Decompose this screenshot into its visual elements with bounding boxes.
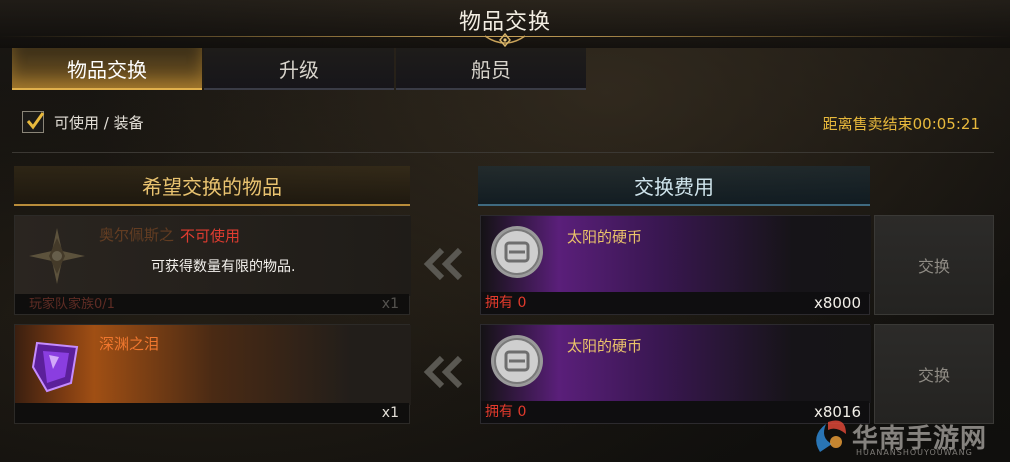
title-bar: 物品交换: [0, 0, 1010, 48]
silver-coin-icon: [491, 335, 543, 387]
silver-coin-icon: [491, 226, 543, 278]
watermark-subtext: HUANANSHOUYOUWANG: [856, 448, 973, 457]
cost-slot[interactable]: 太阳的硬币 拥有 0 x8016: [480, 324, 871, 424]
usable-checkbox[interactable]: [22, 111, 45, 133]
usable-filter[interactable]: 可使用 / 装备: [22, 111, 144, 133]
item-quantity: x1: [381, 296, 399, 312]
sale-end-timer: 距离售卖结束00:05:21: [822, 115, 980, 133]
cost-currency-name: 太阳的硬币: [567, 337, 643, 355]
purple-gem-icon: [31, 341, 79, 393]
usable-filter-label: 可使用 / 装备: [54, 113, 144, 132]
wanted-item-slot[interactable]: 奥尔佩斯之 不可使用 可获得数量有限的物品. 玩家队家族0/1 x1: [14, 215, 411, 315]
double-chevron-left-icon: [423, 247, 463, 281]
tab-bar: 物品交换 升级 船员: [12, 48, 588, 90]
unusable-tag: 不可使用: [180, 227, 241, 245]
double-chevron-left-icon: [423, 355, 463, 389]
tab-item-exchange[interactable]: 物品交换: [12, 48, 202, 90]
cost-quantity: x8000: [813, 294, 861, 312]
compass-star-icon: [29, 228, 85, 284]
tab-crew[interactable]: 船员: [396, 48, 586, 90]
exchange-button[interactable]: 交换: [874, 215, 994, 315]
cost-slot[interactable]: 太阳的硬币 拥有 0 x8000: [480, 215, 871, 315]
wanted-item-slot[interactable]: 深渊之泪 x1: [14, 324, 411, 424]
check-icon: [26, 112, 45, 130]
owned-count: 拥有 0: [485, 295, 527, 311]
cost-currency-name: 太阳的硬币: [567, 228, 643, 246]
title-ornament-icon: [484, 32, 526, 48]
limited-item-note: 可获得数量有限的物品.: [151, 259, 296, 275]
exchange-button[interactable]: 交换: [874, 324, 994, 424]
wanted-items-header: 希望交换的物品: [14, 166, 410, 206]
item-name: 深渊之泪: [99, 335, 160, 353]
item-quantity: x1: [381, 405, 399, 421]
exchange-cost-header: 交换费用: [478, 166, 870, 206]
item-name: 奥尔佩斯之: [99, 226, 175, 244]
item-limit: 玩家队家族0/1: [29, 297, 115, 312]
owned-count: 拥有 0: [485, 404, 527, 420]
tab-upgrade[interactable]: 升级: [204, 48, 394, 90]
divider: [12, 152, 994, 153]
